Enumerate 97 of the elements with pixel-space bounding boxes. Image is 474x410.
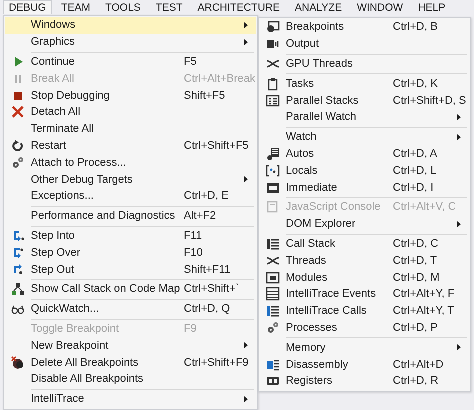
shortcut-label: F5	[184, 56, 198, 68]
shortcut-label: F11	[184, 230, 204, 242]
menu-item[interactable]: Exceptions... Ctrl+D, E	[5, 188, 256, 205]
x-icon	[11, 105, 25, 120]
shortcut-label: Ctrl+Alt+V, C	[393, 201, 457, 214]
calls-icon	[266, 304, 280, 318]
immediate-icon	[266, 180, 280, 195]
menu-item[interactable]: New Breakpoint	[5, 337, 256, 354]
menu-bar-tab[interactable]: ANALYZE	[289, 0, 348, 14]
menu-item[interactable]: Output	[260, 36, 469, 53]
menu-item[interactable]: Tasks Ctrl+D, K	[260, 75, 469, 92]
menu-bar-tab[interactable]: HELP	[412, 0, 452, 14]
menu-item[interactable]: IntelliTrace Events Ctrl+Alt+Y, F	[260, 286, 469, 303]
shortcut-label: Ctrl+Shift+F9	[184, 356, 249, 369]
shortcut-label: Ctrl+Shift+`	[184, 283, 241, 296]
menu-item[interactable]: Disable All Breakpoints	[5, 370, 256, 388]
shortcut-label: F10	[184, 246, 204, 259]
menu-item[interactable]: Stop Debugging Shift+F5	[5, 87, 256, 104]
shortcut-label: Ctrl+Shift+D, S	[393, 94, 466, 107]
menu-item[interactable]: Immediate Ctrl+D, I	[260, 179, 469, 196]
menu-item[interactable]: Modules Ctrl+D, M	[260, 269, 469, 286]
menu-bar-tab[interactable]: TEST	[150, 0, 189, 14]
menu-item[interactable]: GPU Threads	[260, 56, 469, 72]
breakpoints-window-icon	[266, 20, 280, 34]
autos-icon	[266, 146, 280, 161]
step-over-icon	[11, 246, 25, 260]
menu-item[interactable]: Restart Ctrl+Shift+F5	[5, 138, 256, 154]
menu-item[interactable]: IntelliTrace Calls Ctrl+Alt+Y, T	[260, 302, 469, 320]
menu-item[interactable]: Show Call Stack on Code Map Ctrl+Shift+`	[5, 280, 256, 298]
menu-bar-tab[interactable]: TEAM	[55, 0, 97, 14]
shortcut-label: Ctrl+D, A	[393, 148, 438, 160]
menu-item[interactable]: Terminate All	[5, 120, 256, 138]
breakpoints-delete-icon	[11, 356, 25, 370]
disassembly-icon	[266, 358, 280, 372]
shortcut-label: F9	[184, 322, 198, 335]
shortcut-label: Ctrl+Alt+Y, T	[393, 305, 456, 318]
step-out-icon	[11, 262, 25, 277]
shortcut-label: Ctrl+Alt+D	[393, 358, 445, 371]
menu-bar-tab[interactable]: TOOLS	[100, 0, 147, 14]
menu-item[interactable]: Other Debug Targets	[5, 171, 256, 188]
restart-icon	[11, 138, 25, 153]
menu-item[interactable]: Call Stack Ctrl+D, C	[260, 236, 469, 252]
shortcut-label: Ctrl+D, M	[393, 272, 441, 284]
menu-item[interactable]: Detach All	[5, 104, 256, 121]
menu-item[interactable]: Delete All Breakpoints Ctrl+Shift+F9	[5, 354, 256, 371]
menu-item[interactable]: Memory	[260, 339, 469, 356]
menu-bar-tab[interactable]: WINDOW	[351, 0, 410, 14]
shortcut-label: Ctrl+D, Q	[184, 303, 232, 316]
menu-item[interactable]: DOM Explorer	[260, 216, 469, 233]
menu-item[interactable]: Autos Ctrl+D, A	[260, 146, 469, 162]
parallel-stacks-icon	[266, 94, 280, 108]
shortcut-label: Ctrl+Shift+F5	[184, 140, 249, 152]
menu-item[interactable]: QuickWatch... Ctrl+D, Q	[5, 300, 256, 318]
shortcut-label: Ctrl+D, K	[393, 78, 439, 90]
shortcut-label: Ctrl+D, B	[393, 21, 439, 34]
menu-item[interactable]: Step Over F10	[5, 244, 256, 262]
menu-item[interactable]: Processes Ctrl+D, P	[260, 320, 469, 336]
menu-item[interactable]: Registers Ctrl+D, R	[260, 372, 469, 390]
menu-item[interactable]: IntelliTrace	[5, 390, 256, 408]
shortcut-label: Ctrl+D, L	[393, 164, 438, 177]
menu-item[interactable]: Disassembly Ctrl+Alt+D	[260, 356, 469, 373]
menu-bar-tab[interactable]: ARCHITECTURE	[192, 0, 286, 14]
call-stack-icon	[266, 236, 280, 251]
shortcut-label: Alt+F2	[184, 210, 218, 222]
menu-item[interactable]: Performance and Diagnostics Alt+F2	[5, 208, 256, 225]
modules-icon	[266, 270, 280, 285]
menu-item[interactable]: Parallel Watch	[260, 108, 469, 126]
menu-item[interactable]: Threads Ctrl+D, T	[260, 252, 469, 270]
shortcut-label: Shift+F5	[184, 90, 226, 102]
code-map-icon	[11, 282, 25, 296]
shortcut-label: Ctrl+D, E	[184, 190, 230, 202]
step-into-icon	[11, 228, 25, 243]
shortcut-label: Ctrl+Alt+Break	[184, 72, 256, 85]
menu-item[interactable]: Graphics	[5, 34, 256, 51]
shortcut-label: Ctrl+D, P	[393, 322, 439, 334]
shortcut-label: Ctrl+D, R	[393, 375, 440, 388]
menu-item[interactable]: Windows	[5, 17, 256, 34]
menu-item[interactable]: Watch	[260, 128, 469, 146]
shortcut-label: Ctrl+D, T	[393, 254, 438, 267]
console-icon	[266, 200, 280, 214]
menu-item[interactable]: Continue F5	[5, 54, 256, 70]
shortcut-label: Ctrl+Alt+Y, F	[393, 288, 456, 300]
events-icon	[266, 287, 280, 302]
gears-icon	[11, 156, 25, 170]
menu-item[interactable]: Breakpoints Ctrl+D, B	[260, 19, 469, 36]
menu-bar-tab[interactable]: DEBUG	[3, 0, 52, 14]
menu-item[interactable]: Locals Ctrl+D, L	[260, 162, 469, 180]
menu-item[interactable]: Parallel Stacks Ctrl+Shift+D, S	[260, 92, 469, 109]
menu-item[interactable]: Step Out Shift+F11	[5, 261, 256, 278]
locals-icon	[266, 164, 280, 178]
gears-icon	[266, 320, 280, 335]
menu-item[interactable]: Step Into F11	[5, 228, 256, 244]
shortcut-label: Shift+F11	[184, 264, 232, 276]
shortcut-label: Ctrl+D, C	[393, 238, 440, 250]
clipboard-icon	[266, 76, 280, 91]
menu-item[interactable]: Attach to Process...	[5, 154, 256, 172]
shortcut-label: Ctrl+D, I	[393, 182, 435, 194]
